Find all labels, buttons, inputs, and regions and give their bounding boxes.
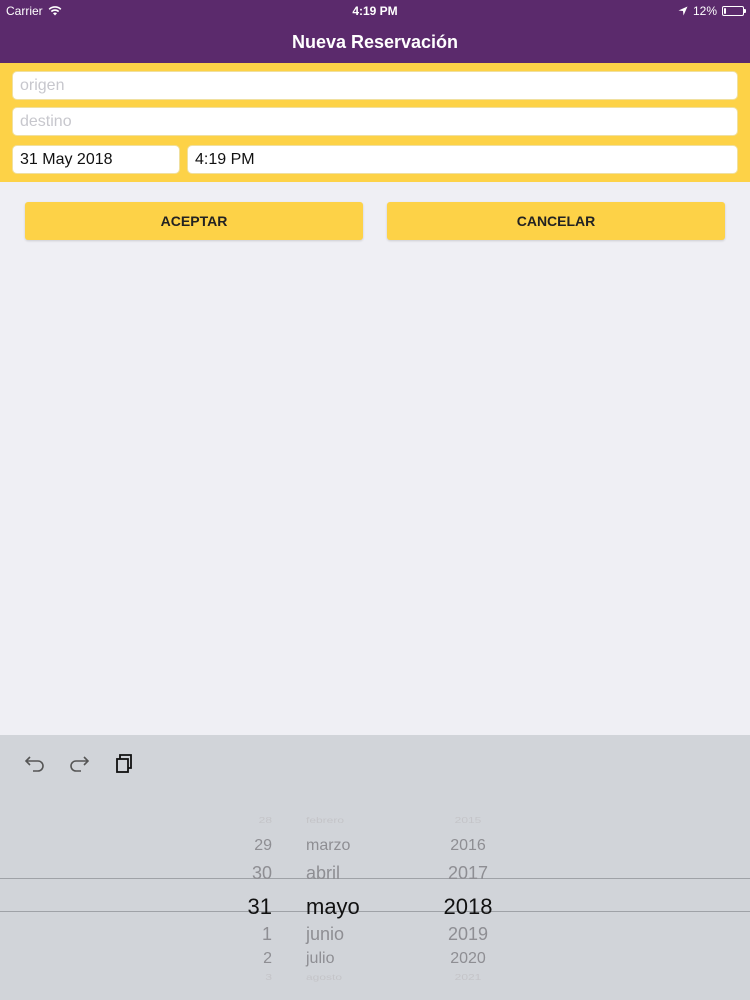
year-option[interactable]: 2016 bbox=[428, 837, 508, 855]
date-field[interactable]: 31 May 2018 bbox=[12, 145, 180, 174]
origin-input[interactable]: origen bbox=[12, 71, 738, 100]
day-option[interactable]: 1 bbox=[222, 924, 272, 945]
date-picker-wheel[interactable]: 28 29 30 31 1 2 3 febrero marzo abril mayo junio ju… bbox=[0, 795, 750, 1000]
destination-placeholder: destino bbox=[20, 112, 72, 130]
redo-icon[interactable] bbox=[67, 751, 91, 775]
year-option[interactable]: 2018 bbox=[428, 894, 508, 920]
nav-bar: Nueva Reservación bbox=[0, 22, 750, 63]
month-option[interactable]: julio bbox=[306, 950, 396, 968]
year-option[interactable]: 2017 bbox=[428, 863, 508, 884]
origin-placeholder: origen bbox=[20, 76, 65, 94]
year-option[interactable]: 2015 bbox=[428, 815, 508, 825]
shortcut-bar bbox=[0, 735, 750, 791]
battery-icon bbox=[722, 6, 746, 16]
day-option[interactable]: 3 bbox=[222, 972, 272, 982]
month-option[interactable]: junio bbox=[306, 924, 396, 945]
day-option[interactable]: 31 bbox=[222, 894, 272, 920]
status-bar: Carrier 4:19 PM 12% bbox=[0, 0, 750, 22]
battery-percent: 12% bbox=[692, 4, 717, 18]
time-value: 4:19 PM bbox=[195, 150, 255, 168]
day-option[interactable]: 28 bbox=[222, 815, 272, 825]
day-option[interactable]: 2 bbox=[222, 950, 272, 968]
date-picker-keyboard: 28 29 30 31 1 2 3 febrero marzo abril mayo junio ju… bbox=[0, 735, 750, 1000]
year-option[interactable]: 2021 bbox=[428, 972, 508, 982]
month-option[interactable]: marzo bbox=[306, 837, 396, 855]
accept-button[interactable]: ACEPTAR bbox=[25, 202, 363, 240]
location-arrow-icon bbox=[678, 6, 688, 16]
reservation-form: origen destino 31 May 2018 4:19 PM bbox=[0, 63, 750, 182]
month-option[interactable]: agosto bbox=[306, 972, 396, 982]
year-column[interactable]: 2015 2016 2017 2018 2019 2020 2021 bbox=[428, 795, 508, 1000]
status-time: 4:19 PM bbox=[352, 4, 398, 18]
destination-input[interactable]: destino bbox=[12, 107, 738, 136]
day-column[interactable]: 28 29 30 31 1 2 3 bbox=[222, 795, 272, 1000]
month-option[interactable]: abril bbox=[306, 863, 396, 884]
undo-icon[interactable] bbox=[23, 751, 47, 775]
day-option[interactable]: 30 bbox=[222, 863, 272, 884]
cancel-button[interactable]: CANCELAR bbox=[387, 202, 725, 240]
month-option[interactable]: mayo bbox=[306, 894, 396, 920]
status-right: 12% bbox=[678, 4, 746, 18]
paste-icon[interactable] bbox=[112, 751, 136, 775]
year-option[interactable]: 2019 bbox=[428, 924, 508, 945]
date-value: 31 May 2018 bbox=[20, 150, 113, 168]
page-title: Nueva Reservación bbox=[291, 32, 459, 52]
year-option[interactable]: 2020 bbox=[428, 950, 508, 968]
month-column[interactable]: febrero marzo abril mayo junio julio agosto bbox=[306, 795, 396, 1000]
battery-fill bbox=[724, 8, 727, 14]
month-option[interactable]: febrero bbox=[306, 815, 396, 825]
time-field[interactable]: 4:19 PM bbox=[187, 145, 738, 174]
day-option[interactable]: 29 bbox=[222, 837, 272, 855]
